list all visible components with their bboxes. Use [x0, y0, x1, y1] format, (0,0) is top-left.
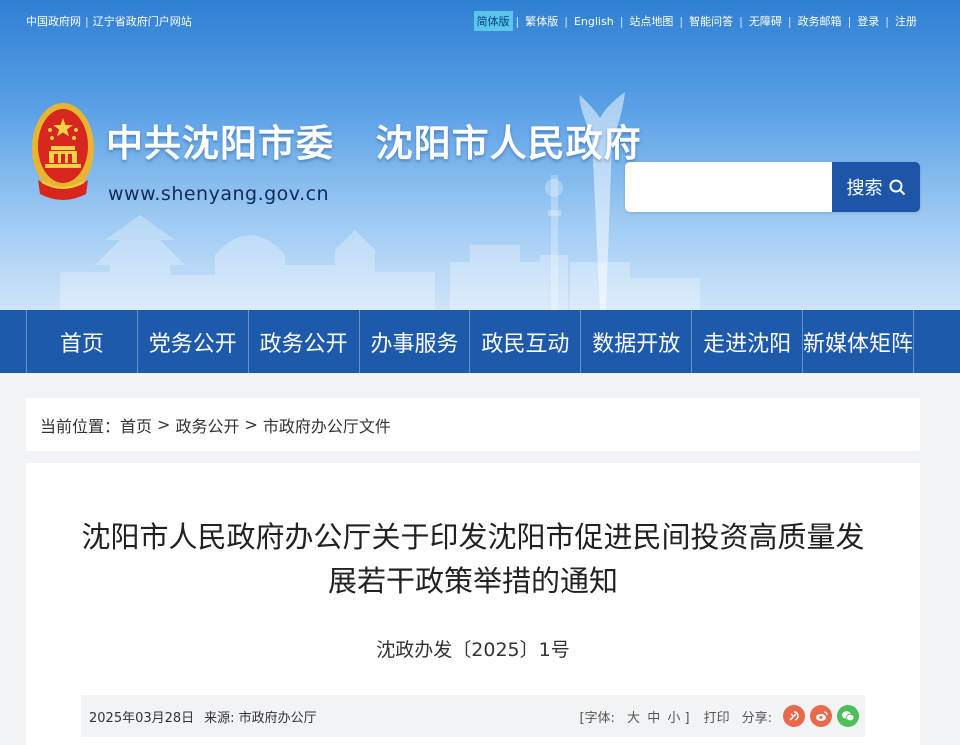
search-button[interactable]: 搜索 — [832, 162, 920, 212]
divider: | — [515, 14, 520, 28]
link-liaoning-gov[interactable]: 辽宁省政府门户网站 — [93, 15, 192, 28]
site-url: www.shenyang.gov.cn — [108, 183, 330, 205]
top-bar: 中国政府网 | 辽宁省政府门户网站 简体版 | 繁体版 | English | 站点地图 |… — [0, 0, 960, 40]
search-button-label: 搜索 — [846, 178, 883, 199]
font-size-medium[interactable]: 中 — [647, 711, 660, 726]
breadcrumb: 当前位置： 首页 > 政务公开 > 市政府办公厅文件 — [26, 398, 920, 451]
print-button[interactable]: 打印 — [704, 707, 730, 726]
font-size-close: ] — [684, 710, 690, 726]
breadcrumb-separator: > — [244, 415, 258, 434]
article-meta-info: 2025年03月28日 来源: 市政府办公厅 — [89, 695, 317, 737]
main-nav: 首页 党务公开 政务公开 办事服务 政民互动 数据开放 走进沈阳 新媒体矩阵 — [0, 310, 960, 373]
breadcrumb-gov-affairs[interactable]: 政务公开 — [175, 413, 239, 437]
wechat-icon[interactable] — [837, 705, 859, 727]
search-icon — [889, 179, 905, 195]
font-size-control: [字体: 大 中 小 ] — [579, 707, 689, 726]
divider: | — [739, 14, 743, 28]
breadcrumb-label: 当前位置： — [40, 416, 121, 436]
national-emblem-icon[interactable] — [30, 96, 96, 208]
source-value: 市政府办公厅 — [238, 710, 317, 726]
link-english[interactable]: English — [571, 13, 617, 30]
font-size-large[interactable]: 大 — [627, 711, 640, 726]
divider: | — [85, 15, 89, 28]
nav-item-about-shenyang[interactable]: 走进沈阳 — [692, 310, 804, 373]
article-tools: [字体: 大 中 小 ] 打印 分享: — [579, 695, 859, 737]
link-login[interactable]: 登录 — [854, 11, 882, 31]
link-simplified[interactable]: 简体版 — [473, 11, 513, 31]
site-header: 中国政府网 | 辽宁省政府门户网站 简体版 | 繁体版 | English | 站点地图 |… — [0, 0, 960, 310]
weibo-icon[interactable] — [810, 705, 832, 727]
nav-item-interaction[interactable]: 政民互动 — [470, 310, 582, 373]
breadcrumb-office-documents[interactable]: 市政府办公厅文件 — [263, 413, 391, 437]
font-size-label: [字体: — [579, 710, 615, 726]
nav-item-gov-affairs[interactable]: 政务公开 — [249, 310, 360, 373]
nav-item-party-affairs[interactable]: 党务公开 — [138, 310, 249, 373]
article-meta-bar: 2025年03月28日 来源: 市政府办公厅 [字体: 大 中 小 ] 打印 分… — [81, 695, 865, 737]
share-label: 分享: — [741, 710, 772, 726]
breadcrumb-separator: > — [157, 415, 171, 434]
article-panel: 沈阳市人民政府办公厅关于印发沈阳市促进民间投资高质量发展若干政策举措的通知 沈政… — [26, 463, 920, 745]
main-nav-items: 首页 党务公开 政务公开 办事服务 政民互动 数据开放 走进沈阳 新媒体矩阵 — [26, 310, 915, 373]
nav-item-open-data[interactable]: 数据开放 — [581, 310, 693, 373]
divider: | — [679, 14, 684, 28]
document-number: 沈政办发〔2025〕1号 — [376, 639, 570, 661]
link-gov-mail[interactable]: 政务邮箱 — [795, 11, 845, 31]
article-title: 沈阳市人民政府办公厅关于印发沈阳市促进民间投资高质量发展若干政策举措的通知 — [81, 520, 865, 598]
divider: | — [847, 14, 852, 28]
party-icon[interactable] — [783, 705, 805, 727]
publish-date: 2025年03月28日 — [89, 710, 195, 726]
link-traditional[interactable]: 繁体版 — [522, 11, 561, 31]
link-china-gov[interactable]: 中国政府网 — [26, 15, 81, 28]
link-register[interactable]: 注册 — [892, 11, 920, 31]
divider: | — [564, 14, 568, 28]
font-size-small[interactable]: 小 — [667, 711, 680, 726]
top-right-links: 简体版 | 繁体版 | English | 站点地图 | 智能问答 | 无障碍 | 政务邮箱… — [473, 11, 920, 31]
link-accessibility[interactable]: 无障碍 — [746, 11, 785, 31]
link-sitemap[interactable]: 站点地图 — [626, 11, 676, 31]
top-left-links: 中国政府网 | 辽宁省政府门户网站 — [26, 13, 192, 29]
breadcrumb-home[interactable]: 首页 — [120, 413, 152, 437]
nav-item-new-media[interactable]: 新媒体矩阵 — [803, 310, 915, 373]
divider: | — [787, 14, 792, 28]
nav-item-home[interactable]: 首页 — [27, 310, 138, 373]
search-box: 搜索 — [625, 162, 920, 212]
site-title: 中共沈阳市委 沈阳市人民政府 — [106, 122, 642, 165]
nav-item-services[interactable]: 办事服务 — [360, 310, 471, 373]
search-input[interactable] — [625, 162, 832, 212]
source-label: 来源: — [204, 710, 235, 726]
divider: | — [619, 14, 624, 28]
link-smart-qa[interactable]: 智能问答 — [686, 11, 736, 31]
divider: | — [885, 14, 889, 28]
